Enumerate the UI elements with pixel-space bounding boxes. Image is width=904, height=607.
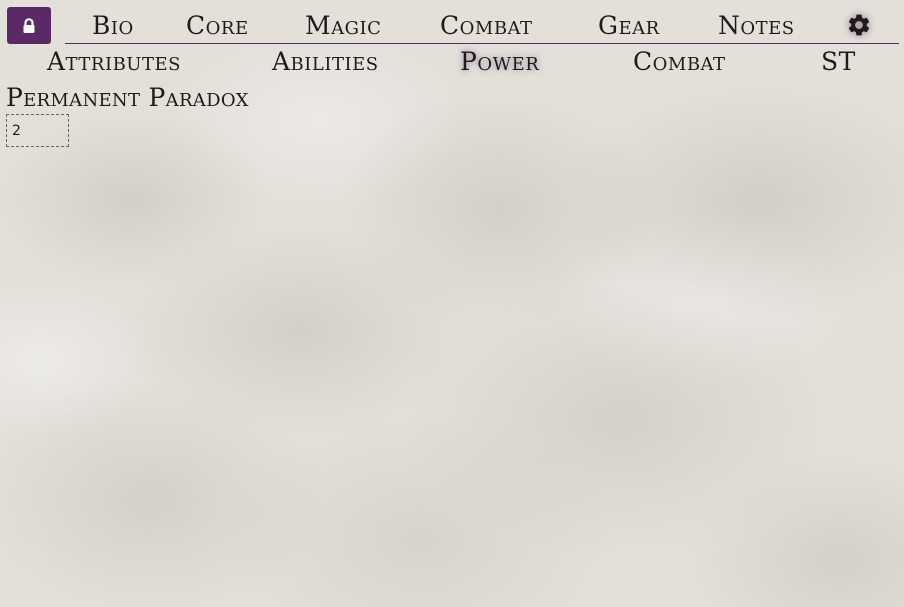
sub-tab-bar: Attributes Abilities Power Combat ST xyxy=(0,46,904,80)
tab-bio[interactable]: Bio xyxy=(92,11,134,41)
lock-icon xyxy=(23,17,35,33)
tab-magic[interactable]: Magic xyxy=(305,11,381,41)
permanent-paradox-label: Permanent Paradox xyxy=(6,83,249,112)
top-tab-bar: Bio Core Magic Combat Gear Notes xyxy=(65,4,899,44)
subtab-st[interactable]: ST xyxy=(821,46,856,78)
subtab-abilities[interactable]: Abilities xyxy=(272,46,379,78)
lock-button[interactable] xyxy=(7,7,51,44)
subtab-attributes[interactable]: Attributes xyxy=(47,46,181,78)
subtab-power[interactable]: Power xyxy=(460,46,539,78)
tab-core[interactable]: Core xyxy=(186,11,249,41)
tab-combat[interactable]: Combat xyxy=(440,11,533,41)
permanent-paradox-input[interactable] xyxy=(6,114,69,147)
subtab-combat[interactable]: Combat xyxy=(633,46,726,78)
tab-notes[interactable]: Notes xyxy=(718,11,795,41)
gear-icon[interactable] xyxy=(846,12,872,38)
tab-gear[interactable]: Gear xyxy=(598,11,660,41)
